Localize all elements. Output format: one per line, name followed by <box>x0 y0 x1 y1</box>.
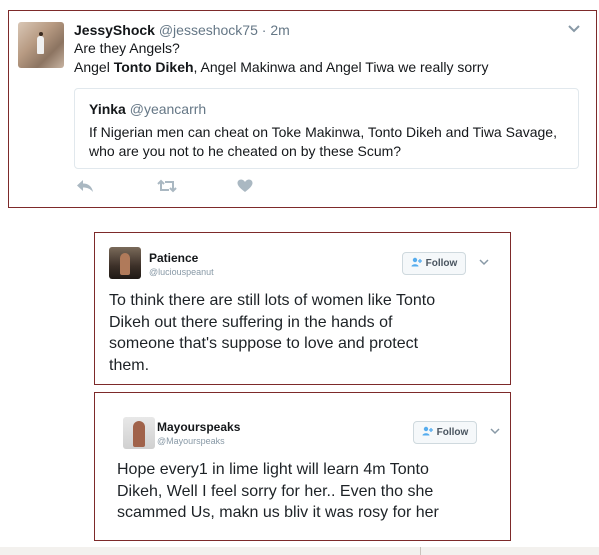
follow-label: Follow <box>436 427 469 438</box>
retweet-icon[interactable] <box>157 179 177 197</box>
tweet-text-line-4: them. <box>109 356 150 374</box>
tweet-text-line-1: Are they Angels? <box>74 40 180 56</box>
tweet-card-jessyshock[interactable]: JessyShock @jesseshock75 · 2m Are they A… <box>8 10 597 208</box>
quoted-tweet-text: If Nigerian men can cheat on Toke Makinw… <box>89 123 557 161</box>
chevron-down-icon[interactable] <box>479 257 489 269</box>
timestamp[interactable]: 2m <box>270 22 289 38</box>
tweet-text-bold: Tonto Dikeh <box>113 59 194 75</box>
follow-label: Follow <box>425 258 458 269</box>
bottom-strip <box>0 547 599 555</box>
tweet-header: JessyShock @jesseshock75 · 2m <box>74 22 290 38</box>
tweet-card-mayourspeaks[interactable]: Mayourspeaks @Mayourspeaks Follow Hope e… <box>94 392 511 541</box>
follow-button[interactable]: Follow <box>413 421 477 444</box>
user-handle[interactable]: @luciouspeanut <box>149 267 214 277</box>
user-handle[interactable]: @Mayourspeaks <box>157 436 225 446</box>
tweet-text-line-2: Angel Tonto Dikeh, Angel Makinwa and Ang… <box>74 58 488 77</box>
quoted-user-handle: @yeancarrh <box>129 101 207 117</box>
tweet-text-line-2: Dikeh, Well I feel sorry for her.. Even … <box>117 482 434 500</box>
follow-button[interactable]: Follow <box>402 252 466 275</box>
user-handle[interactable]: @jesseshock75 <box>159 22 258 38</box>
avatar[interactable] <box>109 247 141 279</box>
tweet-card-patience[interactable]: Patience @luciouspeanut Follow To think … <box>94 232 511 385</box>
add-user-icon <box>422 426 433 439</box>
quoted-tweet[interactable]: Yinka @yeancarrh If Nigerian men can che… <box>74 88 579 169</box>
tweet-text-line-3: scammed Us, makn us bliv it was rosy for… <box>117 504 439 521</box>
tweet-text: To think there are still lots of women l… <box>109 290 435 376</box>
user-name[interactable]: Patience <box>149 251 198 265</box>
quoted-user-name: Yinka <box>89 101 126 117</box>
tweet-text-plain: Angel <box>74 59 114 75</box>
quoted-tweet-header: Yinka @yeancarrh <box>89 101 206 117</box>
tweet-text-line-2: Dikeh out there suffering in the hands o… <box>109 313 393 331</box>
tweet-text-line-1: Hope every1 in lime light will learn 4m … <box>117 461 429 478</box>
avatar[interactable] <box>123 417 155 449</box>
reply-icon[interactable] <box>76 179 94 197</box>
heart-icon[interactable] <box>237 179 253 197</box>
separator: · <box>261 22 267 38</box>
chevron-down-icon[interactable] <box>567 21 581 37</box>
avatar[interactable] <box>18 22 64 68</box>
tweet-text-line-3: someone that's suppose to love and prote… <box>109 335 419 352</box>
user-name[interactable]: Mayourspeaks <box>157 420 240 434</box>
add-user-icon <box>411 257 422 270</box>
quoted-text-line-2: who are you not to he cheated on by thes… <box>89 143 402 159</box>
user-name[interactable]: JessyShock <box>74 22 155 38</box>
tweet-text-line-1: To think there are still lots of women l… <box>109 292 436 309</box>
chevron-down-icon[interactable] <box>490 426 500 438</box>
tweet-text: Hope every1 in lime light will learn 4m … <box>117 459 439 524</box>
tweet-text-plain: , Angel Makinwa and Angel Tiwa we really… <box>193 59 489 75</box>
quoted-text-line-1: If Nigerian men can cheat on Toke Makinw… <box>89 124 557 140</box>
divider <box>420 547 421 555</box>
